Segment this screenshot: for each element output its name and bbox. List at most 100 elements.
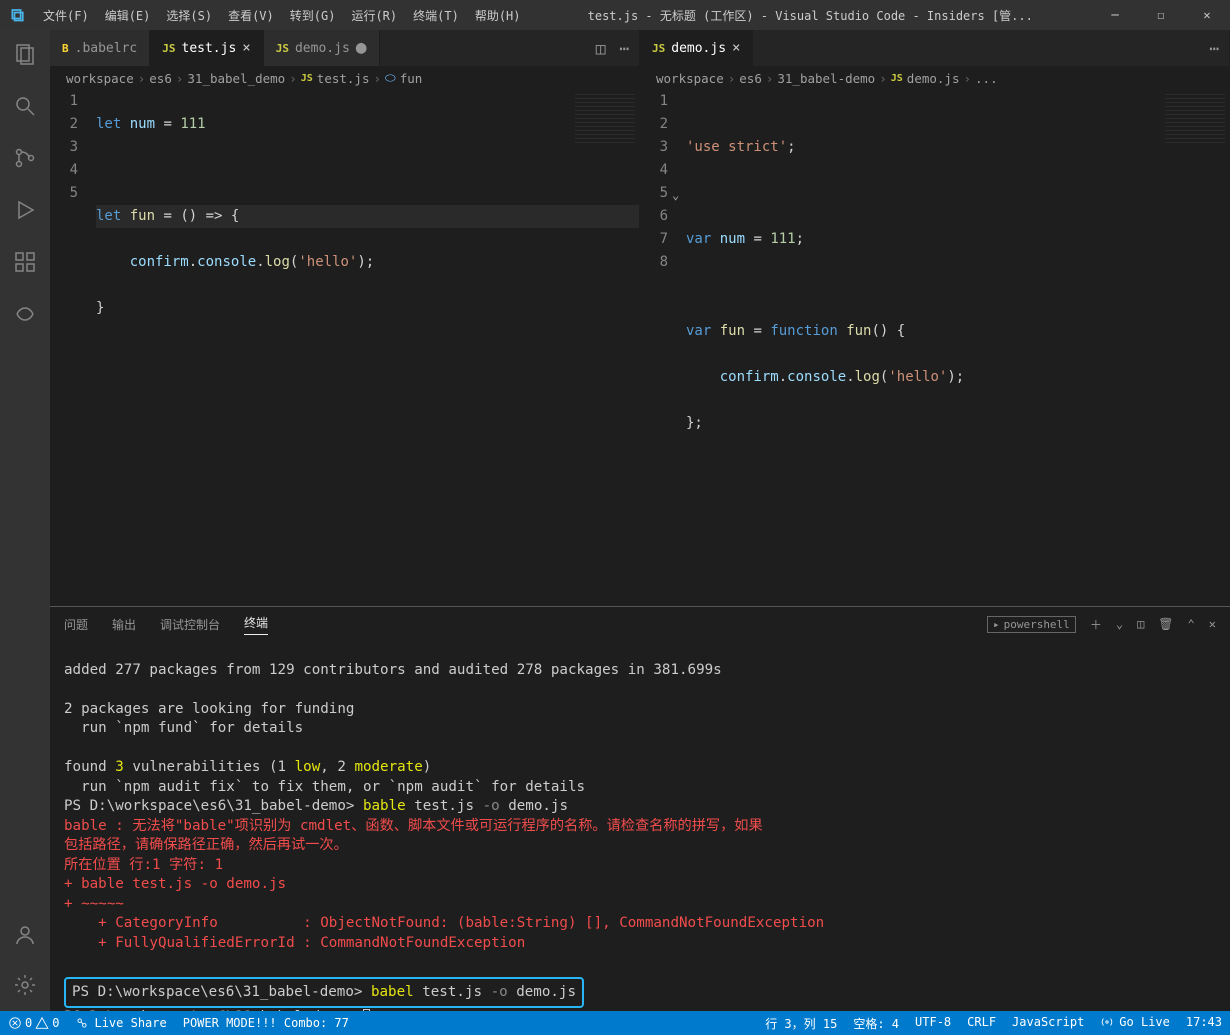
tab-demo-js-right[interactable]: JSdemo.js× xyxy=(640,30,753,66)
highlighted-command: PS D:\workspace\es6\31_babel-demo> babel… xyxy=(64,977,584,1009)
crumb[interactable]: es6 xyxy=(149,71,172,86)
live-share-icon xyxy=(75,1016,89,1030)
menu-run[interactable]: 运行(R) xyxy=(343,7,405,24)
tab-label: .babelrc xyxy=(75,41,138,56)
panel-tab-debug[interactable]: 调试控制台 xyxy=(160,616,220,633)
babel-file-icon: B xyxy=(62,42,69,55)
status-power-mode[interactable]: POWER MODE!!! Combo: 77 xyxy=(175,1016,357,1030)
terminal-error: 所在位置 行:1 字符: 1 xyxy=(64,857,223,873)
status-live-share[interactable]: Live Share xyxy=(67,1016,174,1030)
terminal-line: 2 packages are looking for funding xyxy=(64,701,354,717)
more-actions-icon[interactable]: ⋯ xyxy=(619,39,629,58)
status-cursor-pos[interactable]: 行 3，列 15 xyxy=(757,1015,845,1032)
breadcrumb-right[interactable]: workspace› es6› 31_babel-demo› JS demo.j… xyxy=(640,66,1229,90)
terminal-line: run `npm audit fix` to fix them, or `npm… xyxy=(64,779,585,795)
menu-edit[interactable]: 编辑(E) xyxy=(97,7,159,24)
js-file-icon: JS xyxy=(162,42,175,55)
terminal-prompt: PS D:\workspace\es6\31_babel-demo> bable… xyxy=(64,798,568,814)
crumb[interactable]: test.js xyxy=(317,71,370,86)
crumb[interactable]: 31_babel-demo xyxy=(777,71,875,86)
chevron-down-icon[interactable]: ⌄ xyxy=(1116,617,1123,631)
fold-chevron-icon[interactable]: ⌄ xyxy=(672,184,679,207)
close-icon[interactable]: × xyxy=(242,40,250,56)
crumb[interactable]: es6 xyxy=(739,71,762,86)
minimap[interactable] xyxy=(575,94,635,144)
warning-icon xyxy=(35,1016,49,1030)
js-file-icon: JS xyxy=(301,73,313,84)
panel-close-icon[interactable]: ✕ xyxy=(1209,617,1216,631)
terminal-output[interactable]: added 277 packages from 129 contributors… xyxy=(50,641,1230,1011)
search-icon[interactable] xyxy=(11,92,39,120)
editor-group-right: JS demo.js × ⋯ workspace› es6› 31_babel-de… xyxy=(640,30,1230,606)
explorer-icon[interactable] xyxy=(11,40,39,68)
trash-icon[interactable]: 🗑 xyxy=(1158,617,1173,631)
menu-file[interactable]: 文件(F) xyxy=(35,7,97,24)
new-terminal-icon[interactable]: ＋ xyxy=(1090,616,1102,633)
panel-tab-output[interactable]: 输出 xyxy=(112,616,136,633)
accounts-icon[interactable] xyxy=(11,921,39,949)
tab-bar-left: B.babelrc JStest.js× JSdemo.js● ◫ ⋯ xyxy=(50,30,639,66)
js-file-icon: JS xyxy=(891,73,903,84)
tab-test-js[interactable]: JS test.js × xyxy=(150,30,263,66)
vscode-logo-icon: ⧉ xyxy=(0,5,35,26)
tab-demo-js[interactable]: JSdemo.js● xyxy=(264,30,380,66)
menu-help[interactable]: 帮助(H) xyxy=(467,7,529,24)
status-language[interactable]: JavaScript xyxy=(1004,1015,1092,1029)
error-icon xyxy=(8,1016,22,1030)
status-go-live[interactable]: Go Live xyxy=(1092,1015,1178,1029)
menu-terminal[interactable]: 终端(T) xyxy=(405,7,467,24)
menu-go[interactable]: 转到(G) xyxy=(282,7,344,24)
panel-tab-problems[interactable]: 问题 xyxy=(64,616,88,633)
settings-gear-icon[interactable] xyxy=(11,971,39,999)
split-editor-icon[interactable]: ◫ xyxy=(596,39,606,58)
panel-maximize-icon[interactable]: ⌃ xyxy=(1188,617,1195,631)
terminal-shell-select[interactable]: ▸ powershell xyxy=(987,616,1076,633)
status-spaces[interactable]: 空格: 4 xyxy=(845,1015,907,1032)
line-gutter: 1 2 3 4 5 6 7 8 xyxy=(640,90,686,606)
extensions-icon[interactable] xyxy=(11,248,39,276)
more-actions-icon[interactable]: ⋯ xyxy=(1209,39,1219,58)
crumb[interactable]: workspace xyxy=(656,71,724,86)
crumb[interactable]: ... xyxy=(975,71,998,86)
live-share-icon[interactable] xyxy=(11,300,39,328)
tab-label: demo.js xyxy=(671,41,726,56)
tab-label: test.js xyxy=(182,41,237,56)
split-terminal-icon[interactable]: ◫ xyxy=(1137,617,1144,631)
close-icon[interactable]: × xyxy=(732,40,740,56)
broadcast-icon xyxy=(1100,1015,1114,1029)
terminal-error: bable : 无法将"bable"项识别为 cmdlet、函数、脚本文件或可运… xyxy=(64,818,763,834)
run-debug-icon[interactable] xyxy=(11,196,39,224)
crumb[interactable]: workspace xyxy=(66,71,134,86)
activity-bar xyxy=(0,30,50,1011)
crumb[interactable]: demo.js xyxy=(907,71,960,86)
minimize-button[interactable]: ─ xyxy=(1092,0,1138,30)
crumb[interactable]: 31_babel_demo xyxy=(187,71,285,86)
close-button[interactable]: ✕ xyxy=(1184,0,1230,30)
js-file-icon: JS xyxy=(276,42,289,55)
menu-view[interactable]: 查看(V) xyxy=(220,7,282,24)
menu-selection[interactable]: 选择(S) xyxy=(158,7,220,24)
status-eol[interactable]: CRLF xyxy=(959,1015,1004,1029)
code-editor-right[interactable]: 1 2 3 4 5 6 7 8 ⌄ 'use strict'; var num … xyxy=(640,90,1229,606)
menubar: 文件(F) 编辑(E) 选择(S) 查看(V) 转到(G) 运行(R) 终端(T… xyxy=(35,7,529,24)
status-encoding[interactable]: UTF-8 xyxy=(907,1015,959,1029)
terminal-error: + CategoryInfo : ObjectNotFound: (bable:… xyxy=(64,915,824,931)
editor-group-left: B.babelrc JStest.js× JSdemo.js● ◫ ⋯ work… xyxy=(50,30,640,606)
line-gutter: 1 2 3 4 5 xyxy=(50,90,96,606)
panel-tab-terminal[interactable]: 终端 xyxy=(244,614,268,635)
breadcrumb-left[interactable]: workspace› es6› 31_babel_demo› JS test.j… xyxy=(50,66,639,90)
tab-babelrc[interactable]: B .babelrc xyxy=(50,30,150,66)
maximize-button[interactable]: ☐ xyxy=(1138,0,1184,30)
bottom-panel: 问题 输出 调试控制台 终端 ▸ powershell ＋ ⌄ ◫ 🗑 ⌃ ✕ … xyxy=(50,606,1230,1011)
status-problems[interactable]: 0 0 xyxy=(0,1016,67,1030)
tab-bar-right: JSdemo.js× ⋯ xyxy=(640,30,1229,66)
code-editor-left[interactable]: 1 2 3 4 5 let num = 111 let fun = () => … xyxy=(50,90,639,606)
tab-label: demo.js xyxy=(295,41,350,56)
panel-tabs: 问题 输出 调试控制台 终端 ▸ powershell ＋ ⌄ ◫ 🗑 ⌃ ✕ xyxy=(50,607,1230,641)
minimap[interactable] xyxy=(1165,94,1225,144)
status-clock: 17:43 xyxy=(1178,1015,1230,1029)
terminal-error: + FullyQualifiedErrorId : CommandNotFoun… xyxy=(64,935,525,951)
terminal-error: + bable test.js -o demo.js xyxy=(64,876,286,892)
crumb[interactable]: fun xyxy=(400,71,423,86)
source-control-icon[interactable] xyxy=(11,144,39,172)
